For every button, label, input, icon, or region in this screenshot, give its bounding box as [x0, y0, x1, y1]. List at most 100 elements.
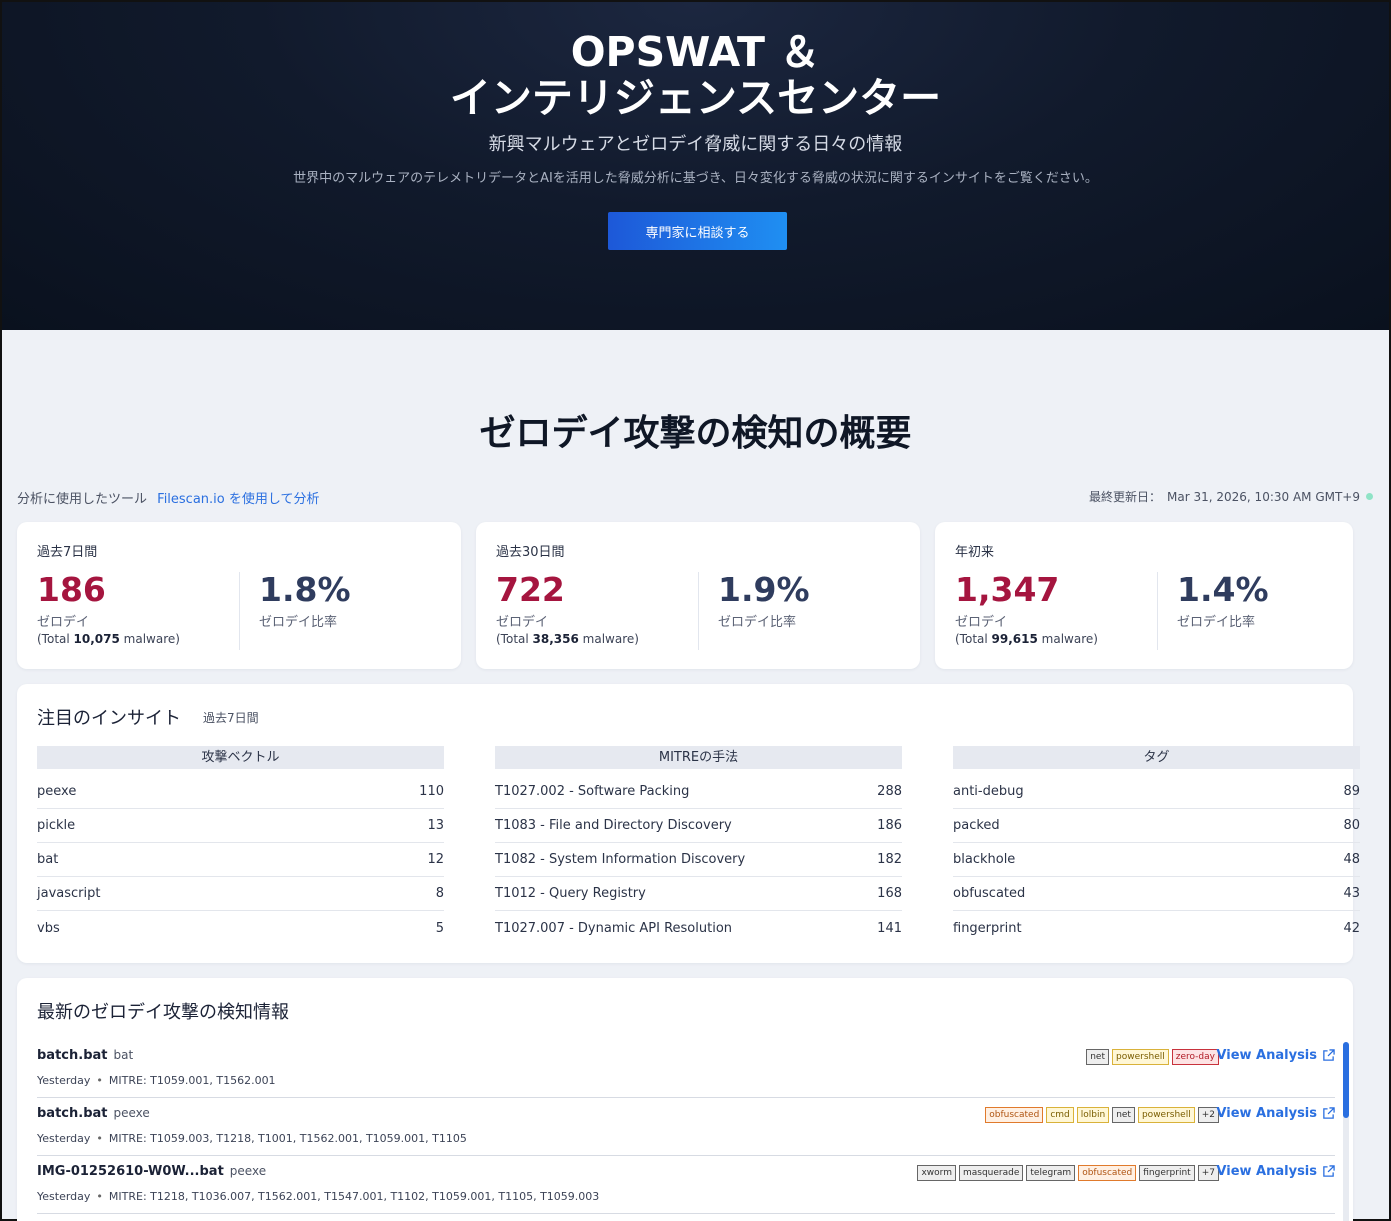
file-name: IMG-01252610-W0W...bat peexe: [37, 1164, 266, 1179]
item-value: 182: [877, 852, 902, 867]
total-malware: (Total 99,615 malware): [955, 632, 1098, 646]
tool-line: 分析に使用したツール Filescan.io を使用して分析: [17, 488, 319, 507]
zero-day-rate: 1.8%: [259, 570, 351, 609]
view-analysis-label: View Analysis: [1216, 1048, 1317, 1063]
hero-banner: OPSWAT ＆ インテリジェンスセンター 新興マルウェアとゼロデイ脅威に関する…: [2, 2, 1389, 330]
list-item: pickle 13: [37, 809, 444, 843]
total-suffix: malware): [578, 632, 639, 646]
tag: zero-day: [1171, 1049, 1219, 1065]
item-name: javascript: [37, 886, 101, 901]
item-name: fingerprint: [953, 920, 1022, 936]
bullet-separator: •: [96, 1190, 103, 1203]
consult-expert-button[interactable]: 専門家に相談する: [608, 212, 787, 250]
item-name: T1012 - Query Registry: [495, 886, 646, 901]
zero-day-rate-label: ゼロデイ比率: [1177, 615, 1256, 630]
insights-period: 過去7日間: [203, 711, 259, 725]
bullet-separator: •: [96, 1074, 103, 1087]
item-value: 48: [1343, 852, 1360, 867]
view-analysis-label: View Analysis: [1216, 1164, 1317, 1179]
list-item: T1012 - Query Registry 168: [495, 877, 902, 911]
last-updated: 最終更新日： Mar 31, 2026, 10:30 AM GMT+9: [1089, 488, 1373, 505]
item-name: blackhole: [953, 852, 1016, 867]
hero-title-line2: インテリジェンスセンター: [449, 74, 942, 122]
list-item: T1082 - System Information Discovery 182: [495, 843, 902, 877]
detection-time: Yesterday: [37, 1074, 91, 1087]
item-name: obfuscated: [953, 886, 1026, 901]
zero-day-count: 722: [496, 570, 565, 609]
hero-description: 世界中のマルウェアのテレメトリデータとAIを活用した脅威分析に基づき、日々変化す…: [293, 171, 1098, 186]
tag: xworm: [917, 1165, 956, 1181]
item-value: 89: [1343, 784, 1360, 799]
tag: masquerade: [959, 1165, 1024, 1181]
tag: net: [1086, 1049, 1109, 1065]
total-suffix: malware): [1037, 632, 1098, 646]
total-suffix: malware): [119, 632, 180, 646]
stat-period-label: 過去30日間: [496, 545, 565, 560]
list-item: packed 80: [953, 809, 1360, 843]
detection-meta: Yesterday • MITRE: T1059.003, T1218, T1001…: [37, 1132, 467, 1145]
list-item: bat 12: [37, 843, 444, 877]
tag: fingerprint: [1139, 1165, 1195, 1181]
stat-divider: [1157, 572, 1158, 650]
item-value: 288: [877, 784, 902, 799]
item-name: T1027.002 - Software Packing: [495, 784, 690, 799]
detection-item: batch.bat bat Yesterday • MITRE: T1059.001,…: [37, 1040, 1335, 1098]
updated-value: Mar 31, 2026, 10:30 AM GMT+9: [1167, 489, 1360, 504]
tags-column: タグ anti-debug 89 packed 80 blackhole 48 obf…: [953, 746, 1360, 945]
view-analysis-link[interactable]: View Analysis: [1216, 1164, 1335, 1179]
column-header: 攻撃ベクトル: [37, 746, 444, 769]
view-analysis-link[interactable]: View Analysis: [1216, 1106, 1335, 1121]
mitre-list: MITRE: T1059.001, T1562.001: [108, 1074, 276, 1087]
item-name: anti-debug: [953, 784, 1024, 799]
zero-day-count: 1,347: [955, 570, 1060, 609]
list-item: blackhole 48: [953, 843, 1360, 877]
item-value: 141: [877, 920, 902, 936]
tag: net: [1112, 1107, 1135, 1123]
item-value: 110: [419, 784, 444, 799]
stat-card-30days: 過去30日間 722 ゼロデイ (Total 38,356 malware) 1…: [476, 522, 920, 669]
file-name-text: IMG-01252610-W0W...bat: [37, 1164, 224, 1179]
hero-title-line1: OPSWAT ＆: [570, 28, 821, 76]
scrollbar-thumb[interactable]: [1343, 1042, 1349, 1118]
item-name: packed: [953, 818, 1000, 833]
list-item: anti-debug 89: [953, 775, 1360, 809]
mitre-column: MITREの手法 T1027.002 - Software Packing 288…: [495, 746, 902, 945]
total-prefix: (Total: [37, 632, 74, 646]
stat-period-label: 年初来: [955, 545, 995, 560]
stat-period-label: 過去7日間: [37, 545, 98, 560]
external-link-icon: [1323, 1049, 1335, 1061]
file-type: bat: [113, 1048, 134, 1062]
tag: obfuscated: [985, 1107, 1044, 1123]
list-item: vbs 5: [37, 911, 444, 945]
item-value: 8: [435, 886, 444, 901]
latest-title: 最新のゼロデイ攻撃の検知情報: [37, 1002, 289, 1023]
item-name: peexe: [37, 784, 77, 799]
detection-meta: Yesterday • MITRE: T1218, T1036.007, T1562…: [37, 1190, 599, 1203]
overview-title: ゼロデイ攻撃の検知の概要: [479, 413, 912, 454]
list-item: T1027.007 - Dynamic API Resolution 141: [495, 911, 902, 945]
column-header: MITREの手法: [495, 746, 902, 769]
hero-subtitle: 新興マルウェアとゼロデイ脅威に関する日々の情報: [488, 134, 903, 155]
attack-vector-column: 攻撃ベクトル peexe 110 pickle 13 bat 12 javascrip…: [37, 746, 444, 945]
filescan-link[interactable]: Filescan.io を使用して分析: [157, 492, 319, 507]
item-name: T1083 - File and Directory Discovery: [495, 818, 732, 833]
item-value: 43: [1343, 886, 1360, 901]
view-analysis-label: View Analysis: [1216, 1106, 1317, 1121]
file-name: batch.bat peexe: [37, 1106, 150, 1121]
zero-day-count-label: ゼロデイ: [496, 615, 549, 630]
stat-divider: [698, 572, 699, 650]
detection-time: Yesterday: [37, 1132, 91, 1145]
list-item: obfuscated 43: [953, 877, 1360, 911]
tag: powershell: [1137, 1107, 1195, 1123]
detection-item: batch.bat peexe Yesterday • MITRE: T1059.00…: [37, 1098, 1335, 1156]
item-value: 13: [427, 818, 444, 833]
view-analysis-link[interactable]: View Analysis: [1216, 1048, 1335, 1063]
latest-detections-card: 最新のゼロデイ攻撃の検知情報 batch.bat bat Yesterday • MI…: [17, 978, 1353, 1221]
status-dot-icon: [1366, 493, 1373, 500]
column-header: タグ: [953, 746, 1360, 769]
insights-card: 注目のインサイト 過去7日間 攻撃ベクトル peexe 110 pickle 13 …: [17, 684, 1360, 963]
tag: obfuscated: [1078, 1165, 1137, 1181]
item-name: bat: [37, 852, 59, 867]
zero-day-rate: 1.9%: [718, 570, 810, 609]
list-item: T1083 - File and Directory Discovery 186: [495, 809, 902, 843]
